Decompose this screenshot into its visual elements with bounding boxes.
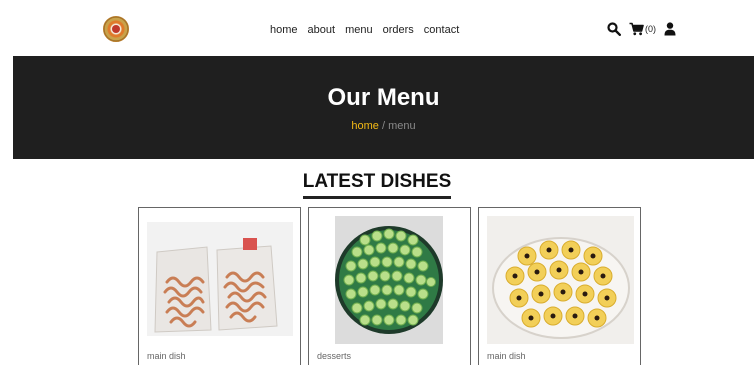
dish-photo (487, 216, 634, 344)
section-title: LATEST DISHES (302, 171, 452, 199)
nav-link-home[interactable]: home (270, 24, 298, 36)
dish-card[interactable]: main dish (138, 207, 301, 365)
section-heading: LATEST DISHES (0, 171, 754, 199)
cart-count: (0) (645, 24, 656, 34)
dish-category: main dish (147, 351, 186, 361)
nav-link-menu[interactable]: menu (345, 24, 373, 36)
page-title: Our Menu (327, 84, 440, 111)
logo-center (112, 25, 120, 33)
breadcrumb-current: menu (388, 120, 416, 132)
user-icon[interactable] (664, 22, 676, 36)
search-icon[interactable] (607, 22, 621, 36)
logo-icon[interactable] (103, 16, 129, 42)
nav-links: home about menu orders contact (270, 24, 459, 36)
nav-link-contact[interactable]: contact (424, 24, 459, 36)
cart-icon (629, 22, 644, 36)
dish-photo (147, 222, 293, 336)
hero-banner: Our Menu home / menu (13, 56, 754, 159)
breadcrumb-separator: / (378, 120, 389, 132)
nav-link-orders[interactable]: orders (383, 24, 414, 36)
dish-card[interactable]: main dish (478, 207, 641, 365)
breadcrumb-home-link[interactable]: home (351, 120, 379, 132)
dish-card[interactable]: desserts (308, 207, 471, 365)
breadcrumb: home / menu (13, 120, 754, 132)
dish-photo (335, 216, 443, 344)
dish-category: desserts (317, 351, 352, 361)
nav-link-about[interactable]: about (308, 24, 336, 36)
dish-category: main dish (487, 351, 526, 361)
navbar: home about menu orders contact (0) (0, 0, 754, 56)
cart-button[interactable]: (0) (629, 22, 656, 36)
nav-icons: (0) (607, 22, 676, 36)
